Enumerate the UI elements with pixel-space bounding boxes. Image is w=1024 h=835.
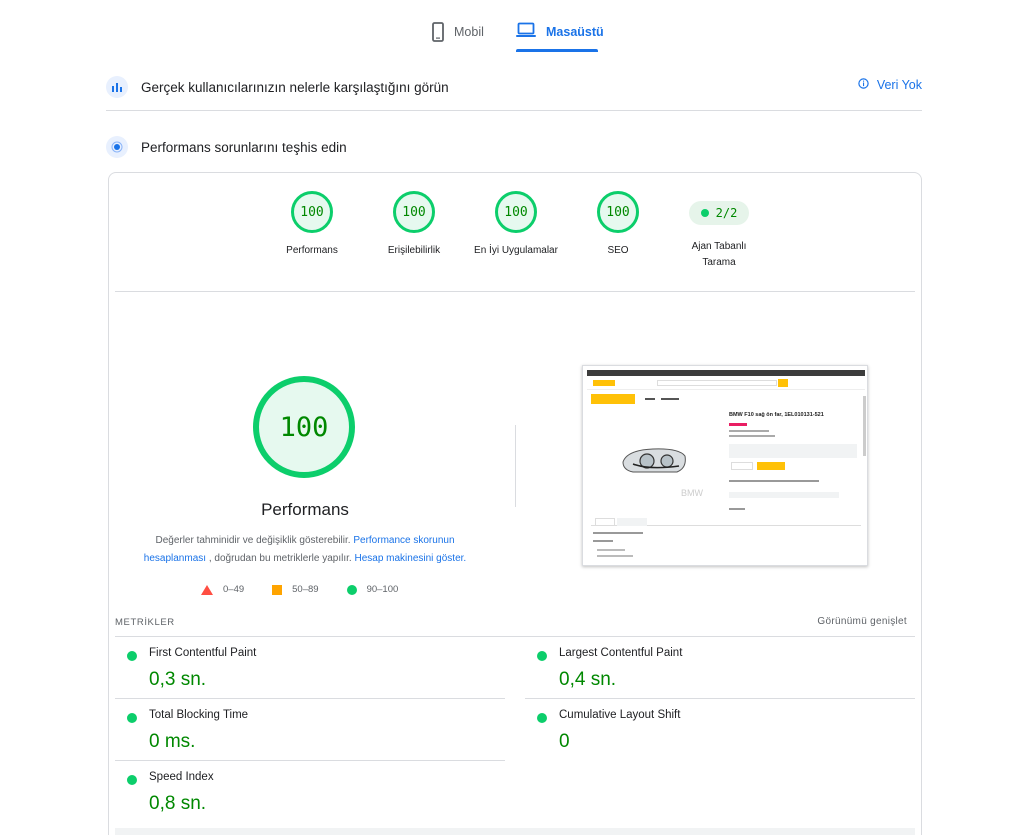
diagnose-title: Performans sorunlarını teşhis edin	[141, 139, 347, 155]
legend-fail-label: 0–49	[223, 584, 245, 595]
no-data-label: Veri Yok	[876, 78, 922, 92]
users-chart-icon	[106, 76, 128, 98]
gauge-label: Erişilebilirlik	[387, 245, 441, 256]
field-data-section: Gerçek kullanıcılarınızın nelerle karşıl…	[106, 64, 922, 111]
tab-mobile[interactable]: Mobil	[432, 22, 484, 52]
score-legend: 0–49 50–89 90–100	[201, 584, 398, 595]
gauge-best-practices[interactable]: 100 En İyi Uygulamalar	[466, 191, 566, 259]
gauge-agent-crawl[interactable]: 2/2 Ajan Tabanlı Tarama	[669, 189, 769, 271]
agent-score-pill: 2/2	[689, 201, 749, 225]
metric-value: 0 ms.	[149, 731, 196, 752]
fail-triangle-icon	[201, 584, 213, 595]
screenshot-watermark: BMW	[681, 488, 703, 498]
report-card: 100 Performans 100 Erişilebilirlik 100 E…	[108, 172, 922, 835]
tab-desktop[interactable]: Masaüstü	[516, 22, 604, 52]
pass-dot-icon	[537, 713, 547, 723]
performance-score-gauge: 100	[253, 376, 355, 478]
vertical-divider	[515, 425, 516, 507]
field-data-title: Gerçek kullanıcılarınızın nelerle karşıl…	[141, 79, 449, 95]
active-tab-indicator	[516, 49, 598, 52]
pass-circle-icon	[346, 584, 357, 595]
metric-cls: Cumulative Layout Shift 0	[525, 699, 915, 761]
metric-speed-index: Speed Index 0,8 sn.	[115, 761, 505, 823]
metrics-title: METRİKLER	[115, 617, 175, 628]
legend-average: 50–89	[272, 584, 319, 595]
legend-fail: 0–49	[201, 584, 244, 595]
category-gauges: 100 Performans 100 Erişilebilirlik 100 E…	[109, 191, 921, 291]
gauge-label: SEO	[607, 245, 629, 256]
final-screenshot: BMW F10 sağ ön far, 1EL010131-521 BMW	[582, 365, 868, 566]
pass-dot-icon	[700, 209, 709, 217]
pass-dot-icon	[537, 651, 547, 661]
headlight-image	[622, 448, 686, 473]
agent-label: Ajan Tabanlı Tarama	[669, 239, 769, 271]
gauge-label: Performans	[286, 245, 338, 256]
tab-mobile-label: Mobil	[454, 25, 484, 39]
metric-name: First Contentful Paint	[149, 647, 257, 659]
metric-name: Cumulative Layout Shift	[559, 709, 681, 721]
gauge-seo[interactable]: 100 SEO	[568, 191, 668, 259]
expand-view-button[interactable]: Görünümü genişlet	[817, 616, 907, 627]
gauge-score: 100	[597, 191, 639, 233]
gauge-score: 100	[495, 191, 537, 233]
metrics-header: METRİKLER Görünümü genişlet	[115, 613, 915, 637]
tab-desktop-label: Masaüstü	[546, 25, 604, 39]
metric-name: Largest Contentful Paint	[559, 647, 683, 659]
diagnose-section: Performans sorunlarını teşhis edin	[106, 127, 922, 167]
metric-fcp: First Contentful Paint 0,3 sn.	[115, 637, 505, 699]
metric-value: 0	[559, 731, 570, 752]
divider	[115, 291, 915, 292]
performance-description: Değerler tahminidir ve değişiklik göster…	[129, 532, 481, 568]
performance-title: Performans	[261, 500, 349, 519]
metric-value: 0,8 sn.	[149, 793, 207, 814]
calculator-link[interactable]: Hesap makinesini göster.	[354, 553, 466, 564]
metric-value: 0,4 sn.	[559, 669, 617, 690]
gauge-accessibility[interactable]: 100 Erişilebilirlik	[364, 191, 464, 259]
agent-label-line2: Tarama	[702, 257, 736, 268]
screenshot-product-title: BMW F10 sağ ön far, 1EL010131-521	[729, 412, 824, 418]
pass-dot-icon	[127, 651, 137, 661]
laptop-icon	[516, 22, 536, 41]
legend-average-label: 50–89	[292, 584, 319, 595]
mobile-phone-icon	[432, 22, 444, 45]
pass-dot-icon	[127, 775, 137, 785]
agent-score: 2/2	[715, 206, 738, 220]
desc-text-1: Değerler tahminidir ve değişiklik göster…	[155, 535, 354, 546]
legend-pass: 90–100	[346, 584, 399, 595]
device-tabs: Mobil Masaüstü	[0, 16, 1024, 56]
pass-dot-icon	[127, 713, 137, 723]
desc-text-2: , doğrudan bu metriklerle yapılır.	[206, 553, 355, 564]
no-data-link[interactable]: Veri Yok	[858, 78, 922, 92]
gauge-score: 100	[291, 191, 333, 233]
metric-tbt: Total Blocking Time 0 ms.	[115, 699, 505, 761]
metric-name: Speed Index	[149, 771, 214, 783]
lab-icon	[106, 136, 128, 158]
metric-value: 0,3 sn.	[149, 669, 207, 690]
average-square-icon	[272, 584, 283, 595]
agent-label-line1: Ajan Tabanlı	[691, 241, 747, 252]
legend-pass-label: 90–100	[366, 584, 399, 595]
info-icon	[858, 78, 869, 92]
metric-name: Total Blocking Time	[149, 709, 249, 721]
bottom-bar	[115, 828, 915, 835]
gauge-score: 100	[393, 191, 435, 233]
metric-lcp: Largest Contentful Paint 0,4 sn.	[525, 637, 915, 699]
gauge-performance[interactable]: 100 Performans	[262, 191, 362, 259]
gauge-label: En İyi Uygulamalar	[474, 245, 558, 256]
